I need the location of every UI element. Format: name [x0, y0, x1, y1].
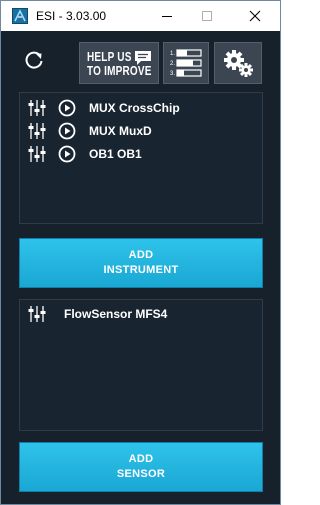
svg-text:3.: 3.	[170, 71, 175, 77]
maximize-icon	[202, 11, 212, 21]
sliders-icon[interactable]	[28, 99, 46, 117]
svg-text:2.: 2.	[170, 61, 175, 67]
add-instrument-line-2: INSTRUMENT	[103, 264, 179, 276]
app-logo-icon	[12, 8, 28, 24]
instrument-item[interactable]: OB1 OB1	[28, 144, 142, 164]
play-icon[interactable]	[58, 122, 76, 140]
sensor-label: FlowSensor MFS4	[64, 307, 168, 321]
refresh-button[interactable]	[23, 49, 45, 71]
app-window: ESI - 3.03.00 HELP US TO IMPROVE 1. 2. 3…	[0, 0, 281, 505]
close-button[interactable]	[235, 1, 275, 31]
sliders-icon[interactable]	[28, 145, 46, 163]
title-bar: ESI - 3.03.00	[1, 1, 280, 31]
instrument-label: OB1 OB1	[89, 147, 142, 161]
add-sensor-line-2: SENSOR	[116, 468, 166, 480]
instrument-item[interactable]: MUX MuxD	[28, 121, 152, 141]
instrument-item[interactable]: MUX CrossChip	[28, 98, 180, 118]
settings-button[interactable]	[214, 42, 262, 84]
gears-icon	[224, 50, 253, 77]
play-icon[interactable]	[58, 145, 76, 163]
instrument-label: MUX MuxD	[89, 124, 152, 138]
instrument-list-button[interactable]: 1. 2. 3.	[163, 42, 209, 84]
numbered-list-icon: 1. 2. 3.	[170, 49, 202, 77]
help-line-2: TO IMPROVE	[87, 65, 152, 79]
maximize-button[interactable]	[187, 1, 227, 31]
instrument-label: MUX CrossChip	[89, 101, 180, 115]
chat-bubble-icon	[135, 51, 151, 65]
main-content: HELP US TO IMPROVE 1. 2. 3. MUX CrossChi…	[9, 32, 274, 497]
sensor-item[interactable]: FlowSensor MFS4	[28, 304, 167, 324]
sensor-list: FlowSensor MFS4	[19, 299, 263, 431]
add-sensor-line-1: ADD	[128, 453, 154, 465]
sliders-icon[interactable]	[28, 122, 46, 140]
add-instrument-line-1: ADD	[128, 249, 154, 261]
help-line-1: HELP US	[87, 51, 132, 65]
instrument-list: MUX CrossChip MUX MuxD OB1 OB1	[19, 92, 263, 224]
play-icon[interactable]	[58, 99, 76, 117]
window-title: ESI - 3.03.00	[36, 9, 107, 23]
sliders-icon[interactable]	[28, 305, 46, 323]
add-sensor-button[interactable]: ADD SENSOR	[19, 442, 263, 492]
svg-text:1.: 1.	[170, 51, 175, 57]
minimize-button[interactable]	[147, 1, 187, 31]
refresh-icon	[25, 51, 43, 69]
minimize-icon	[162, 16, 172, 17]
add-instrument-button[interactable]: ADD INSTRUMENT	[19, 238, 263, 288]
close-icon	[249, 10, 261, 22]
help-us-improve-button[interactable]: HELP US TO IMPROVE	[79, 42, 159, 84]
